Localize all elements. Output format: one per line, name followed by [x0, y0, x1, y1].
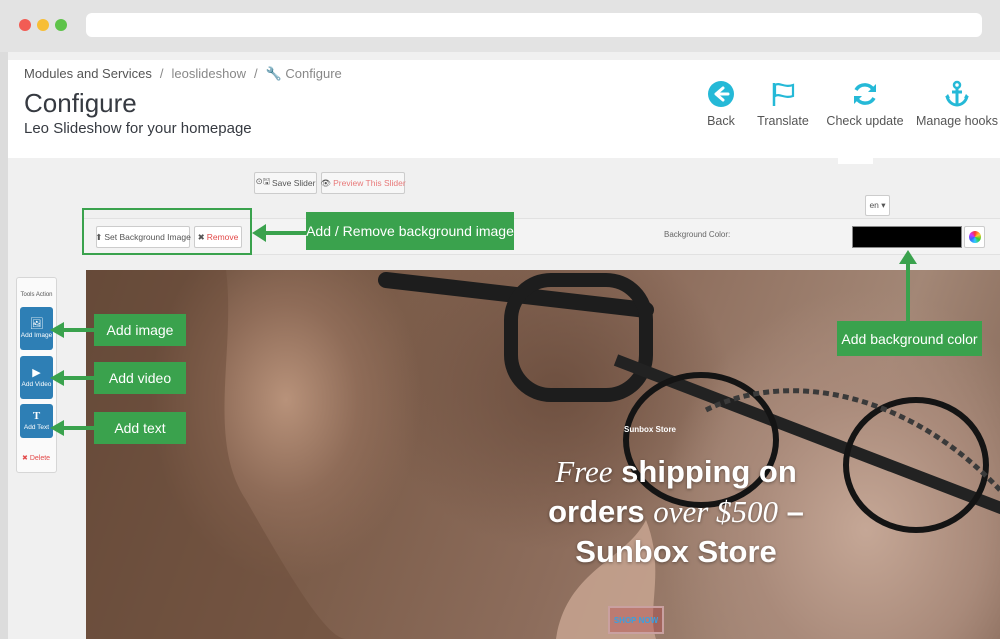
breadcrumb-configure-label: Configure — [285, 66, 342, 81]
slide-headline[interactable]: Free shipping on orders over $500 – Sunb… — [496, 452, 856, 572]
save-icon: ⊙🖫 — [255, 176, 270, 186]
address-bar[interactable] — [86, 13, 982, 37]
arrow-circle-left-icon — [708, 81, 734, 107]
annotation-background-image: Add / Remove background image — [306, 212, 514, 250]
headline-orders: orders — [548, 494, 654, 529]
color-wheel-icon — [968, 231, 981, 243]
text-icon: T — [32, 410, 41, 423]
annotation-add-video: Add video — [94, 362, 186, 394]
browser-chrome — [0, 0, 1000, 52]
breadcrumb-modules[interactable]: Modules and Services — [24, 66, 152, 82]
background-buttons-highlight — [82, 208, 252, 255]
color-picker-button[interactable] — [964, 226, 985, 248]
page-title: Configure — [24, 88, 137, 118]
translate-label: Translate — [757, 114, 809, 128]
manage-hooks-button[interactable]: Manage hooks — [914, 80, 1000, 128]
headline-shipping: shipping on — [612, 454, 797, 489]
breadcrumb: Modules and Services / leoslideshow / 🔧 … — [24, 66, 342, 82]
header-actions: Back Translate Check update Manage hooks — [696, 80, 1000, 128]
check-update-label: Check update — [826, 114, 904, 128]
background-color-input[interactable] — [852, 226, 962, 248]
annotation-background-color: Add background color — [837, 321, 982, 356]
add-text-button[interactable]: T Add Text — [20, 404, 53, 438]
minimize-window-button[interactable] — [37, 19, 49, 31]
breadcrumb-leoslideshow[interactable]: leoslideshow — [172, 66, 246, 82]
annotation-add-image: Add image — [94, 314, 186, 346]
close-window-button[interactable] — [19, 19, 31, 31]
headline-italic-over: over $500 — [653, 494, 779, 529]
background-color-label: Background Color: — [664, 230, 731, 239]
add-video-button[interactable]: ▶ Add Video — [20, 356, 53, 399]
headline-store: Sunbox Store — [575, 534, 777, 569]
save-slider-button[interactable]: ⊙🖫 Save Slider — [254, 172, 317, 194]
slide-caption-small[interactable]: Sunbox Store — [624, 425, 676, 434]
add-image-button[interactable]: 🖼 Add Image — [20, 307, 53, 350]
tab-stub — [838, 158, 873, 164]
check-update-button[interactable]: Check update — [820, 80, 910, 128]
delete-label: Delete — [29, 455, 51, 462]
breadcrumb-configure: 🔧 Configure — [266, 66, 342, 82]
refresh-icon — [854, 83, 876, 105]
flag-icon — [772, 83, 795, 106]
image-icon: 🖼 — [29, 317, 44, 330]
anchor-icon — [945, 80, 969, 107]
annotation-add-text: Add text — [94, 412, 186, 444]
shop-now-button[interactable]: SHOP NOW — [608, 606, 664, 634]
close-icon: ✖ — [22, 455, 28, 462]
tools-action-panel: Tools Action 🖼 Add Image ▶ Add Video T A… — [16, 277, 57, 473]
add-image-label: Add Image — [20, 331, 53, 339]
translate-button[interactable]: Translate — [752, 80, 814, 128]
headline-italic-free: Free — [555, 454, 613, 489]
manage-hooks-label: Manage hooks — [915, 114, 998, 128]
video-icon: ▶ — [32, 366, 41, 379]
page: Modules and Services / leoslideshow / 🔧 … — [8, 52, 1000, 639]
add-text-label: Add Text — [23, 424, 50, 432]
headline-dash: – — [778, 494, 804, 529]
page-header: Modules and Services / leoslideshow / 🔧 … — [8, 60, 1000, 158]
add-video-label: Add Video — [21, 380, 52, 388]
delete-button[interactable]: ✖ Delete — [22, 454, 50, 462]
breadcrumb-separator: / — [253, 66, 258, 81]
breadcrumb-separator: / — [159, 66, 164, 81]
back-button[interactable]: Back — [696, 80, 746, 128]
tools-action-title: Tools Action — [20, 292, 53, 298]
preview-slider-button[interactable]: 👁 Preview This Slider — [320, 172, 406, 194]
back-label: Back — [707, 114, 735, 128]
preview-slider-label: Preview This Slider — [333, 178, 406, 188]
page-subtitle: Leo Slideshow for your homepage — [24, 120, 252, 137]
wrench-icon: 🔧 — [265, 66, 282, 81]
language-dropdown[interactable]: en ▾ — [865, 195, 890, 216]
save-slider-label: Save Slider — [271, 178, 316, 188]
eye-icon: 👁 — [320, 177, 332, 188]
maximize-window-button[interactable] — [55, 19, 67, 31]
